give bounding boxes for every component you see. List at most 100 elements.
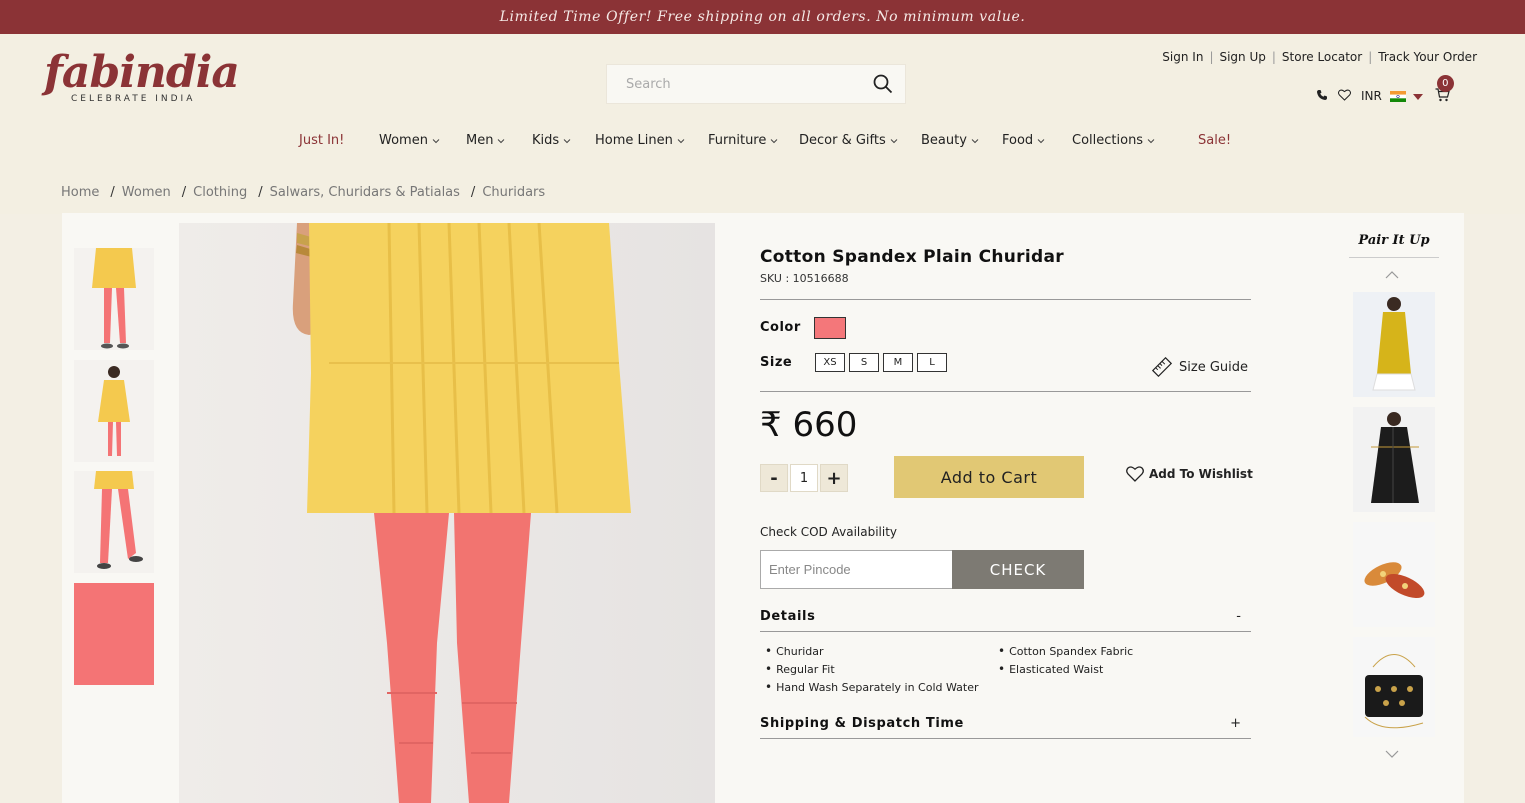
- product-info: Cotton Spandex Plain Churidar SKU : 1051…: [760, 247, 1251, 285]
- shipping-title: Shipping & Dispatch Time: [760, 716, 964, 731]
- store-locator-link[interactable]: Store Locator: [1282, 50, 1362, 64]
- chevron-down-icon: [771, 138, 778, 143]
- size-option-l[interactable]: L: [917, 353, 947, 372]
- wishlist-label: Add To Wishlist: [1149, 467, 1253, 481]
- nav-label: Collections: [1072, 133, 1144, 148]
- product-main-image[interactable]: [179, 223, 715, 803]
- nav-label: Decor & Gifts: [799, 133, 886, 148]
- product-thumbnail[interactable]: [74, 360, 154, 462]
- main-nav: Just In! Women Men Kids Home Linen Furni…: [0, 133, 1525, 155]
- chevron-down-icon[interactable]: [1385, 749, 1399, 759]
- qty-increase-button[interactable]: +: [820, 464, 848, 492]
- cart-count-badge: 0: [1436, 74, 1454, 92]
- nav-label: Men: [466, 133, 494, 148]
- india-flag-icon[interactable]: [1389, 90, 1406, 102]
- add-to-wishlist-link[interactable]: Add To Wishlist: [1126, 466, 1253, 482]
- nav-kids[interactable]: Kids: [532, 133, 571, 148]
- breadcrumb-salwars[interactable]: Salwars, Churidars & Patialas: [270, 185, 460, 200]
- search-icon[interactable]: [873, 74, 893, 94]
- divider: [760, 738, 1251, 739]
- size-option-s[interactable]: S: [849, 353, 879, 372]
- breadcrumb: Home / Women / Clothing / Salwars, Churi…: [61, 185, 545, 200]
- cart-icon: [1435, 87, 1450, 105]
- chevron-down-icon: [563, 138, 571, 143]
- brand-logo[interactable]: fabindia CELEBRATE INDIA: [44, 47, 240, 120]
- nav-furniture[interactable]: Furniture: [708, 133, 778, 148]
- check-button[interactable]: CHECK: [952, 550, 1084, 589]
- qty-value[interactable]: 1: [790, 464, 818, 492]
- breadcrumb-clothing[interactable]: Clothing: [193, 185, 247, 200]
- product-thumbnail[interactable]: [74, 471, 154, 573]
- chevron-down-icon: [1147, 138, 1155, 143]
- chevron-down-icon: [677, 138, 685, 143]
- detail-item: Hand Wash Separately in Cold Water: [765, 680, 978, 694]
- add-to-cart-button[interactable]: Add to Cart: [894, 456, 1084, 498]
- product-title: Cotton Spandex Plain Churidar: [760, 247, 1064, 267]
- nav-label: Home Linen: [595, 133, 673, 148]
- product-price: ₹ 660: [760, 405, 858, 445]
- cart-button[interactable]: 0: [1435, 74, 1454, 105]
- size-guide-label: Size Guide: [1179, 359, 1248, 375]
- divider: [1349, 257, 1439, 258]
- chevron-up-icon[interactable]: [1385, 270, 1399, 280]
- pincode-input[interactable]: [760, 550, 953, 589]
- detail-item: Regular Fit: [765, 662, 835, 676]
- shipping-accordion-header[interactable]: Shipping & Dispatch Time +: [760, 716, 1251, 731]
- divider: [760, 391, 1251, 392]
- pair-item-juttis[interactable]: [1353, 522, 1435, 627]
- nav-label: Just In!: [299, 133, 345, 148]
- sign-up-link[interactable]: Sign Up: [1219, 50, 1265, 64]
- nav-men[interactable]: Men: [466, 133, 505, 148]
- detail-item: Cotton Spandex Fabric: [998, 644, 1133, 658]
- phone-icon[interactable]: [1316, 89, 1328, 104]
- product-sku: SKU : 10516688: [760, 272, 849, 285]
- size-guide-link[interactable]: Size Guide: [1152, 357, 1248, 377]
- details-title: Details: [760, 609, 816, 624]
- utility-bar: INR 0: [1316, 74, 1454, 106]
- breadcrumb-home[interactable]: Home: [61, 185, 99, 200]
- breadcrumb-churidars[interactable]: Churidars: [482, 185, 545, 200]
- nav-beauty[interactable]: Beauty: [921, 133, 979, 148]
- search-input[interactable]: [607, 66, 857, 102]
- nav-women[interactable]: Women: [379, 133, 440, 148]
- product-thumbnail[interactable]: [74, 248, 154, 350]
- pair-item-black-dupatta[interactable]: [1353, 407, 1435, 512]
- divider: |: [1368, 50, 1373, 64]
- nav-label: Furniture: [708, 133, 767, 148]
- qty-decrease-button[interactable]: -: [760, 464, 788, 492]
- caret-down-icon[interactable]: [1412, 89, 1423, 103]
- breadcrumb-women[interactable]: Women: [122, 185, 171, 200]
- breadcrumb-separator: /: [258, 185, 263, 200]
- nav-sale[interactable]: Sale!: [1198, 133, 1231, 148]
- track-order-link[interactable]: Track Your Order: [1378, 50, 1477, 64]
- cod-label: Check COD Availability: [760, 525, 898, 539]
- size-option-m[interactable]: M: [883, 353, 913, 372]
- heart-icon: [1126, 466, 1144, 482]
- divider: |: [1209, 50, 1214, 64]
- nav-home-linen[interactable]: Home Linen: [595, 133, 685, 148]
- pair-item-clutch[interactable]: [1353, 637, 1435, 737]
- nav-collections[interactable]: Collections: [1072, 133, 1155, 148]
- detail-item: Elasticated Waist: [998, 662, 1103, 676]
- ruler-icon: [1152, 357, 1172, 377]
- pair-item-yellow-kurta[interactable]: [1353, 292, 1435, 397]
- divider: |: [1271, 50, 1276, 64]
- color-label: Color: [760, 320, 801, 335]
- chevron-down-icon: [432, 138, 440, 143]
- chevron-down-icon: [498, 138, 505, 143]
- breadcrumb-separator: /: [470, 185, 476, 200]
- nav-label: Kids: [532, 133, 560, 148]
- heart-icon[interactable]: [1338, 89, 1351, 104]
- currency-label[interactable]: INR: [1361, 89, 1382, 103]
- size-option-xs[interactable]: XS: [815, 353, 845, 372]
- nav-just-in[interactable]: Just In!: [299, 133, 344, 148]
- nav-decor-gifts[interactable]: Decor & Gifts: [799, 133, 898, 148]
- brand-name: fabindia: [44, 47, 240, 98]
- color-swatch[interactable]: [814, 317, 846, 339]
- sign-in-link[interactable]: Sign In: [1162, 50, 1203, 64]
- details-accordion-header[interactable]: Details -: [760, 609, 1251, 624]
- product-thumbnail-swatch[interactable]: [74, 583, 154, 685]
- nav-food[interactable]: Food: [1002, 133, 1045, 148]
- chevron-down-icon: [971, 138, 979, 143]
- chevron-down-icon: [890, 138, 898, 143]
